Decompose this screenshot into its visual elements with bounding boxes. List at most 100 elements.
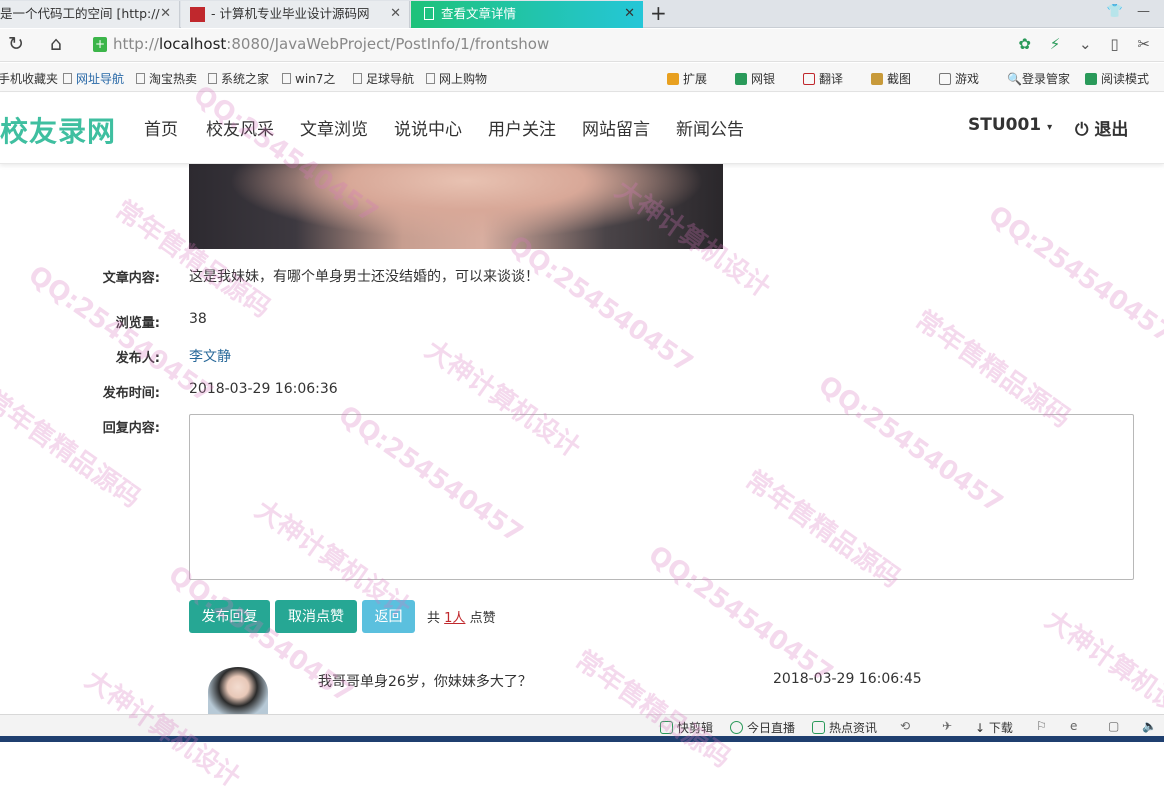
phone-icon[interactable]: ▯: [1110, 35, 1118, 53]
likes-summary: 共 1人 点赞: [427, 607, 496, 626]
speaker-icon[interactable]: 🔈: [1142, 719, 1157, 733]
power-icon: ⏻: [1075, 120, 1089, 140]
secure-shield-icon: +: [93, 37, 107, 52]
chevron-down-icon[interactable]: ⌄: [1079, 35, 1092, 53]
watermark-text: QQ:254540457: [502, 230, 699, 380]
search-icon: 🔍: [1007, 72, 1022, 86]
status-label: 下载: [988, 721, 1013, 735]
status-item[interactable]: 今日直播: [730, 719, 795, 736]
reply-label: 回复内容:: [102, 421, 160, 436]
post-image: [189, 164, 723, 249]
extension-label: 登录管家: [1021, 72, 1070, 86]
lightning-icon[interactable]: ⚡: [1050, 35, 1061, 53]
extension-label: 翻译: [819, 72, 844, 86]
site-logo[interactable]: 校友录网: [0, 110, 116, 150]
page-icon: [63, 73, 72, 84]
close-tab-icon[interactable]: ✕: [624, 1, 635, 27]
play-icon: [730, 721, 743, 734]
user-dropdown[interactable]: STU001 ▾: [968, 115, 1052, 135]
extension-item[interactable]: 截图: [871, 70, 911, 87]
extension-label: 网银: [751, 72, 776, 86]
window-icon[interactable]: ▢: [1108, 719, 1119, 733]
comment-text: 我哥哥单身26岁，你妹妹多大了？: [318, 674, 532, 690]
bookmark-item[interactable]: win7之: [282, 70, 335, 87]
likes-suffix: 点赞: [469, 611, 496, 626]
nav-articles[interactable]: 文章浏览: [300, 115, 368, 140]
close-tab-icon[interactable]: ✕: [390, 1, 401, 27]
extension-item[interactable]: 阅读模式: [1085, 70, 1149, 87]
favicon-icon: [190, 7, 205, 22]
address-bar: ↻ ⌂ + http://localhost:8080/JavaWebProje…: [0, 29, 1164, 62]
url-host: localhost: [158, 35, 227, 53]
post-author-link[interactable]: 李文静: [189, 346, 231, 366]
bookmark-label: 足球导航: [366, 72, 415, 86]
download-icon: ↓: [975, 721, 986, 735]
nav-follow[interactable]: 用户关注: [488, 115, 556, 140]
scissors-icon[interactable]: ✂: [1137, 35, 1150, 53]
nav-home[interactable]: 首页: [144, 115, 178, 140]
status-label: 快剪辑: [677, 721, 714, 735]
taskbar-strip: [0, 736, 1164, 742]
shirt-icon[interactable]: 👕: [1107, 4, 1123, 19]
bookmark-item[interactable]: 网址导航: [63, 70, 124, 87]
page-icon: [353, 73, 362, 84]
unlike-button[interactable]: 取消点赞: [275, 600, 357, 633]
browser-tab-3-active[interactable]: 查看文章详情 ✕: [411, 1, 643, 28]
bookmark-label: 淘宝热卖: [149, 72, 198, 86]
browser-tab-2[interactable]: - 计算机专业毕业设计源码网 ✕: [181, 1, 410, 28]
gamepad-icon: [939, 73, 951, 85]
bookmark-item[interactable]: 淘宝热卖: [136, 70, 197, 87]
page-icon: [424, 7, 434, 20]
browser-tab-1[interactable]: 是一个代码工的空间 [http:// ✕: [0, 1, 180, 28]
watermark-text: QQ:254540457: [982, 200, 1164, 350]
status-item[interactable]: 快剪辑: [660, 719, 713, 736]
nav-talk[interactable]: 说说中心: [394, 115, 462, 140]
download-item[interactable]: ↓ 下载: [975, 719, 1013, 736]
news-icon: [812, 721, 825, 734]
extension-item[interactable]: 游戏: [939, 70, 979, 87]
reply-textarea[interactable]: [189, 414, 1134, 580]
extension-item[interactable]: 扩展: [667, 70, 707, 87]
extension-item[interactable]: 🔍登录管家: [1007, 70, 1070, 87]
pin-icon[interactable]: ✈: [942, 719, 952, 733]
reload-icon[interactable]: ↻: [8, 33, 24, 55]
shield-icon: [735, 73, 747, 85]
status-item[interactable]: 热点资讯: [812, 719, 877, 736]
page-icon: [136, 73, 145, 84]
comment-time: 2018-03-29 16:06:45: [773, 671, 922, 687]
home-icon[interactable]: ⌂: [50, 33, 62, 55]
nav-alumni[interactable]: 校友风采: [206, 115, 274, 140]
logout-button[interactable]: ⏻ 退出: [1075, 115, 1128, 140]
status-label: 今日直播: [747, 721, 796, 735]
back-button[interactable]: 返回: [362, 600, 415, 633]
bookmarks-bar: 手机收藏夹 网址导航 淘宝热卖 系统之家 win7之 足球导航 网上购物 扩展 …: [0, 63, 1164, 92]
sync-icon[interactable]: ✿: [1018, 35, 1031, 53]
flag-icon[interactable]: ⚐: [1036, 719, 1047, 733]
url-path: :8080/JavaWebProject/PostInfo/1/frontsho…: [226, 35, 550, 53]
new-tab-button[interactable]: +: [650, 0, 667, 26]
grid-icon: [667, 73, 679, 85]
extension-item[interactable]: 翻译: [803, 70, 843, 87]
clip-icon: [660, 721, 673, 734]
bookmark-item[interactable]: 网上购物: [426, 70, 487, 87]
page-icon: [282, 73, 291, 84]
extension-item[interactable]: 网银: [735, 70, 775, 87]
likes-count-link[interactable]: 1人: [444, 611, 465, 626]
book-icon: [1085, 73, 1097, 85]
close-tab-icon[interactable]: ✕: [160, 1, 171, 27]
minimize-icon[interactable]: —: [1137, 4, 1150, 19]
url-field[interactable]: http://localhost:8080/JavaWebProject/Pos…: [113, 35, 549, 53]
bookmark-item[interactable]: 系统之家: [208, 70, 269, 87]
post-content: 这是我妹妹，有哪个单身男士还没结婚的，可以来谈谈！: [189, 269, 539, 285]
nav-messages[interactable]: 网站留言: [582, 115, 650, 140]
bookmark-item[interactable]: 足球导航: [353, 70, 414, 87]
tab-title: 是一个代码工的空间 [http://: [0, 6, 160, 21]
ie-icon[interactable]: e: [1070, 719, 1077, 733]
nav-news[interactable]: 新闻公告: [676, 115, 744, 140]
bookmark-item[interactable]: 手机收藏夹: [0, 70, 58, 87]
page-icon: [426, 73, 435, 84]
post-reply-button[interactable]: 发布回复: [189, 600, 270, 633]
window-controls: 👕 —: [1107, 4, 1164, 19]
views-label: 浏览量:: [115, 316, 160, 331]
refresh-icon[interactable]: ⟲: [900, 719, 910, 733]
